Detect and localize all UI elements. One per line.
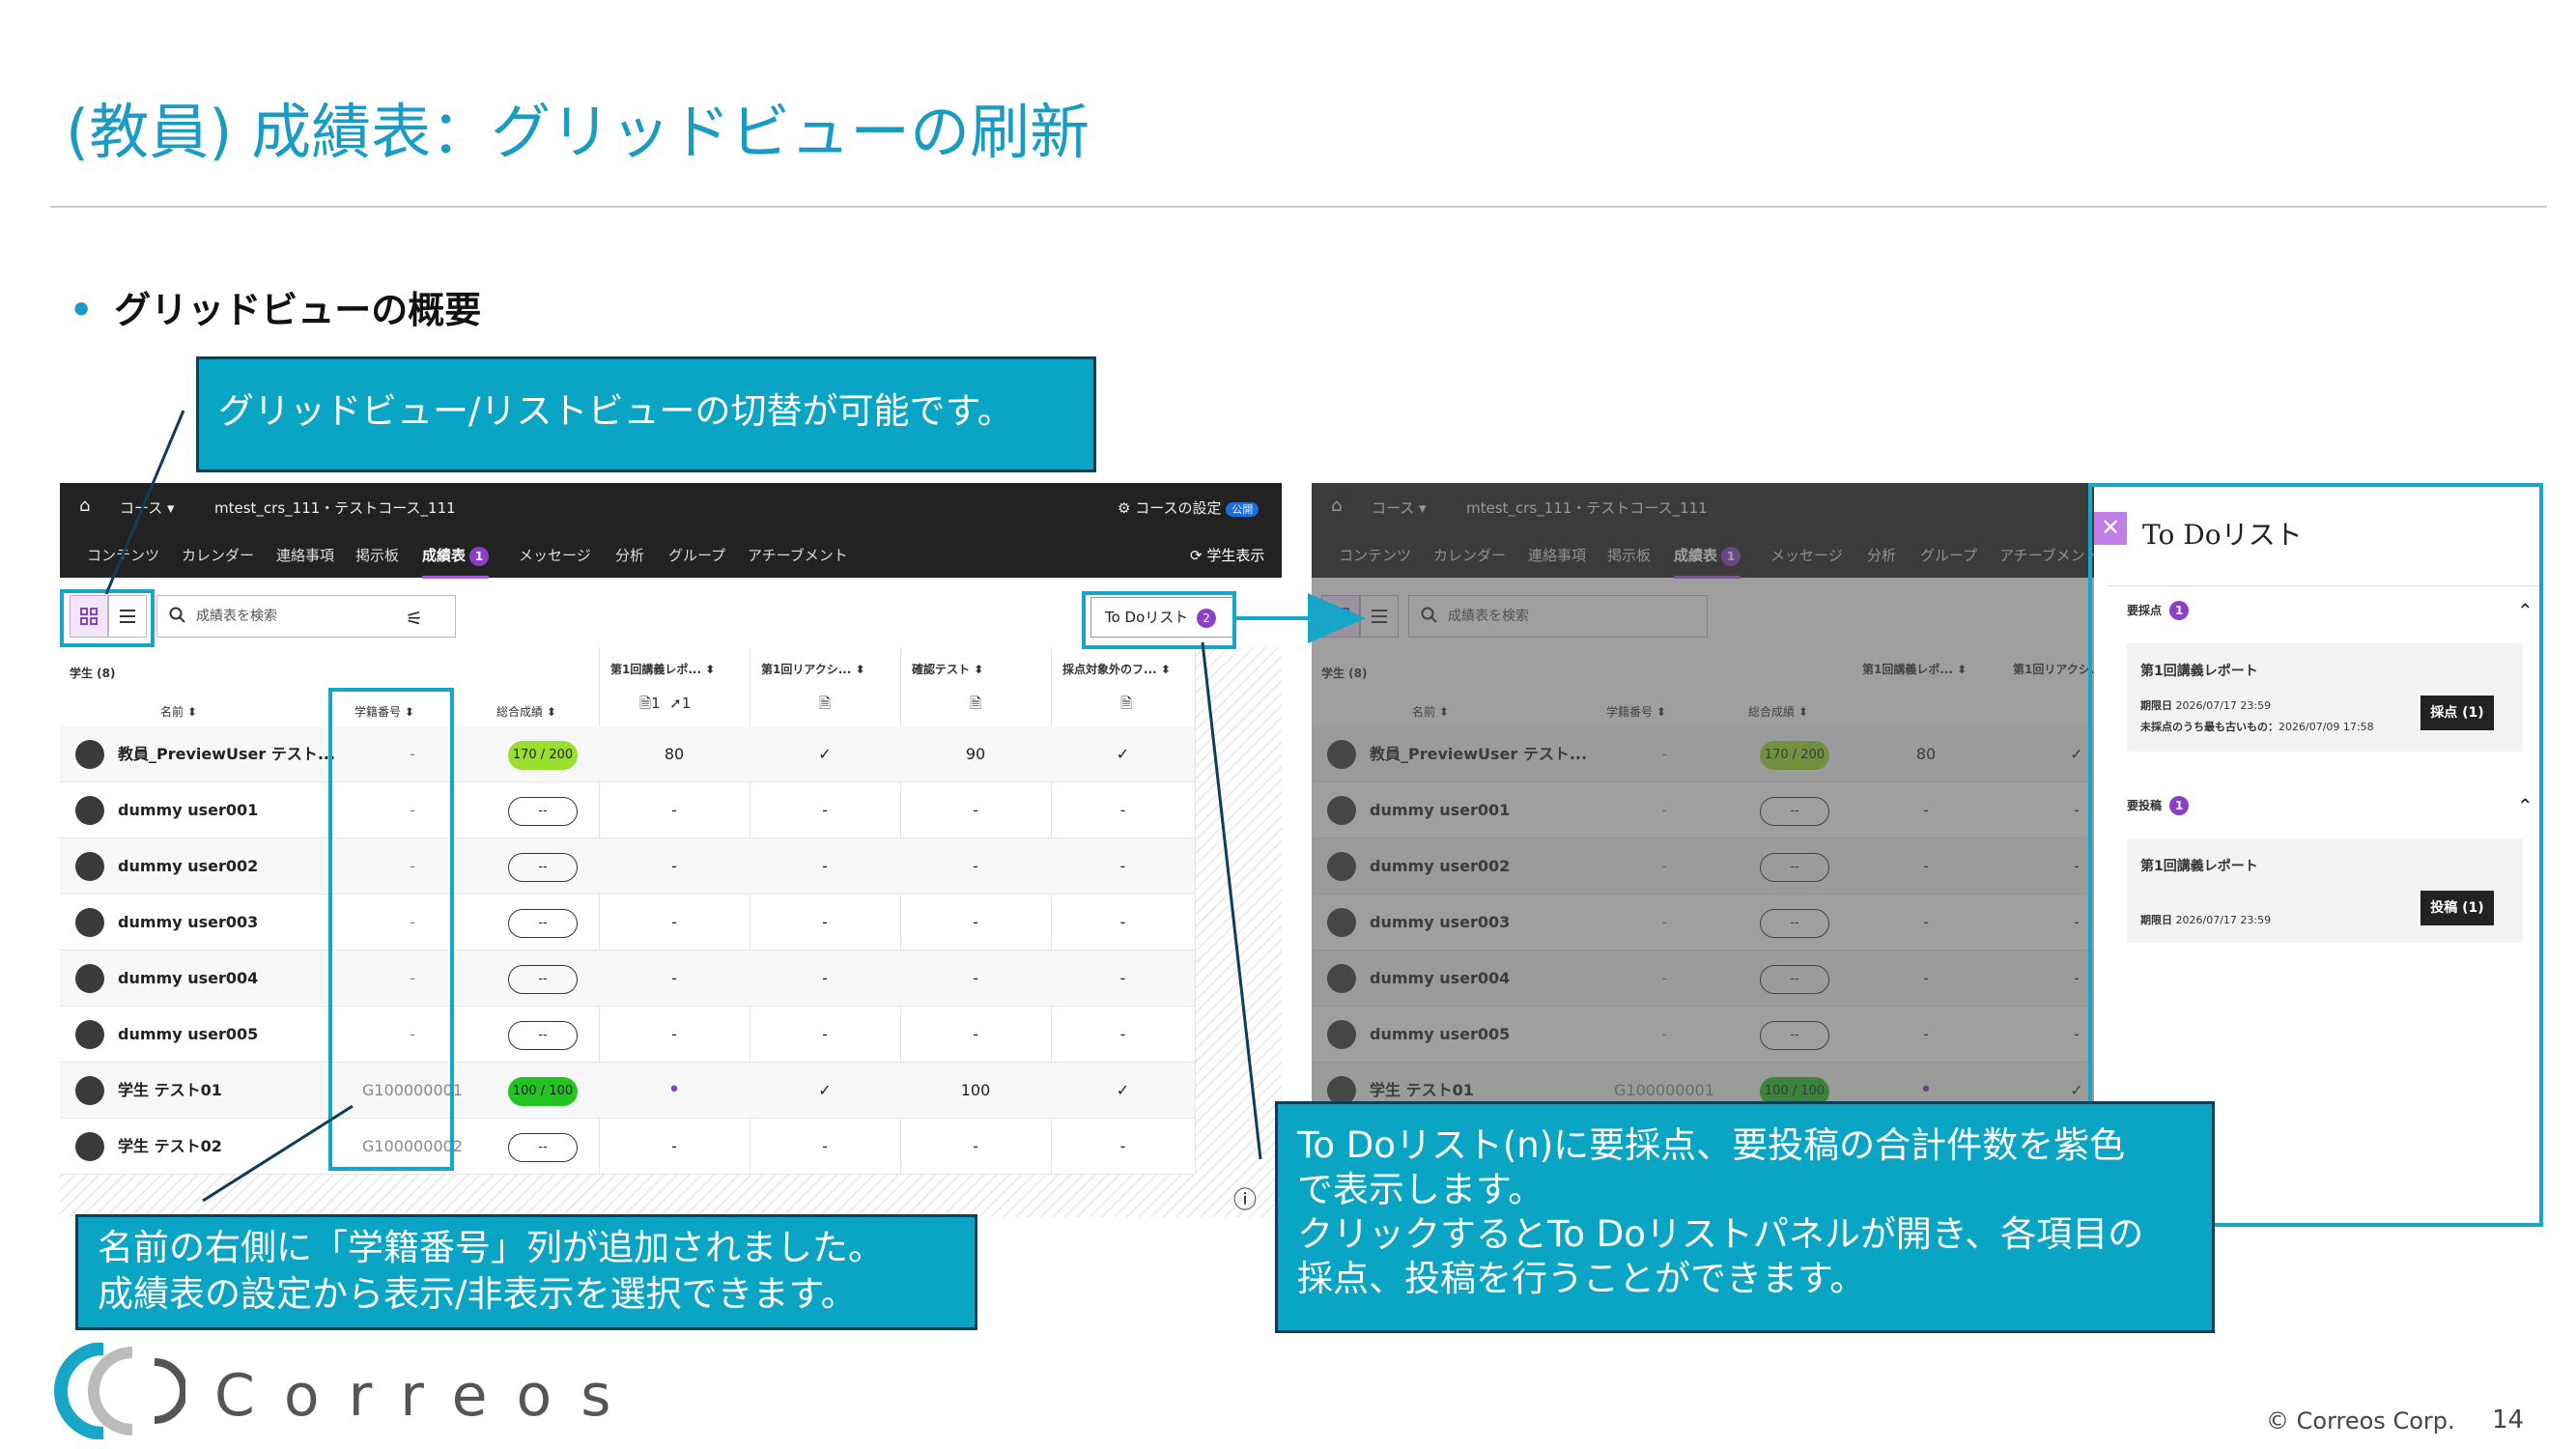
copyright: © Correos Corp. <box>2266 1407 2455 1435</box>
callout-id-line2: 成績表の設定から表示/非表示を選択できます。 <box>98 1273 857 1315</box>
callout-student-id: 名前の右側に「学籍番号」列が追加されました。 成績表の設定から表示/非表示を選択… <box>75 1214 977 1330</box>
logo-wordmark: Correos <box>214 1362 640 1430</box>
callout-todo-line3: クリックするとTo Doリストパネルが開き、各項目の <box>1297 1213 2144 1255</box>
callout-todo-line4: 採点、投稿を行うことができます。 <box>1297 1258 1866 1299</box>
callout-todo: To Doリスト(n)に要採点、要投稿の合計件数を紫色 で表示します。 クリック… <box>1275 1101 2215 1333</box>
callout-todo-line1: To Doリスト(n)に要採点、要投稿の合計件数を紫色 <box>1297 1124 2126 1166</box>
callout-view-toggle: グリッドビュー/リストビューの切替が可能です。 <box>196 356 1096 472</box>
callout-todo-line2: で表示します。 <box>1297 1169 1544 1210</box>
correos-logo-icon <box>54 1343 185 1439</box>
callout-view-text: グリッドビュー/リストビューの切替が可能です。 <box>218 390 1013 432</box>
callout-id-line1: 名前の右側に「学籍番号」列が追加されました。 <box>98 1227 884 1268</box>
page-number: 14 <box>2492 1406 2525 1435</box>
